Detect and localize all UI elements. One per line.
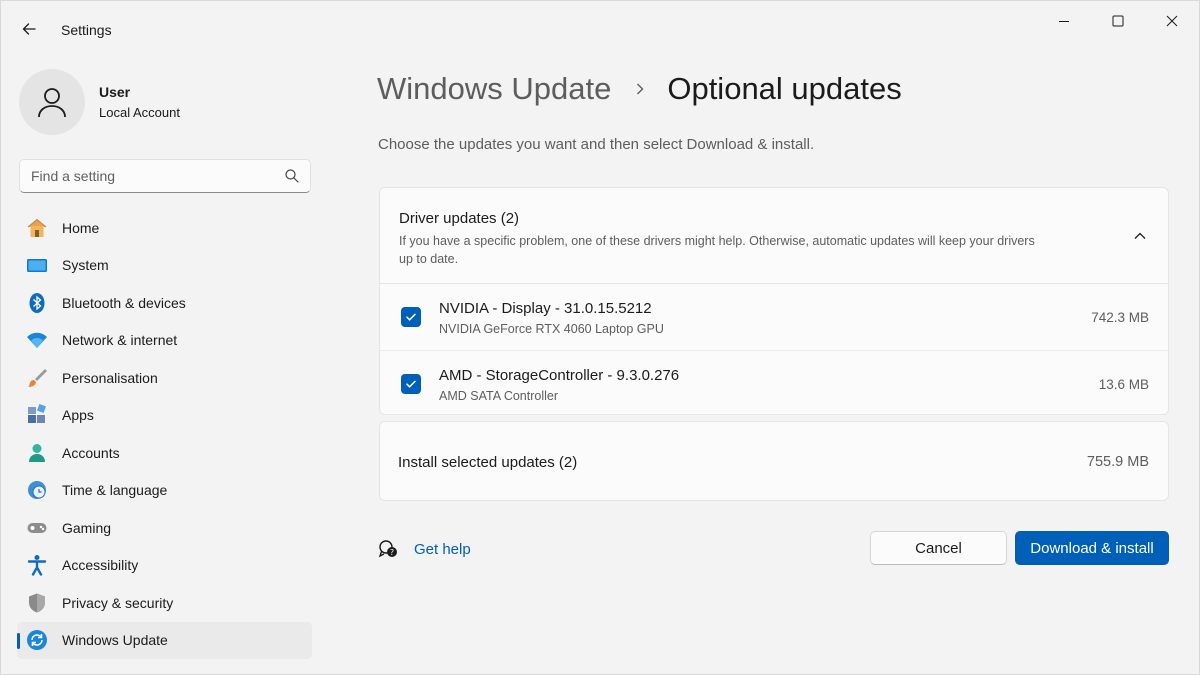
sidebar-item-label: Gaming — [62, 519, 112, 536]
update-name: NVIDIA - Display - 31.0.15.5212 — [439, 300, 652, 317]
user-profile[interactable]: User Local Account — [19, 69, 180, 135]
system-icon — [25, 253, 49, 277]
install-summary-size: 755.9 MB — [1086, 454, 1149, 470]
sidebar-item-label: System — [62, 257, 109, 274]
search-icon[interactable] — [284, 168, 300, 184]
sidebar-item-label: Time & language — [62, 482, 168, 499]
sidebar-item-label: Privacy & security — [62, 594, 174, 611]
driver-updates-card: Driver updates (2) If you have a specifi… — [379, 187, 1169, 415]
minimize-icon — [1059, 21, 1069, 22]
page-title: Optional updates — [667, 71, 902, 106]
update-device: AMD SATA Controller — [439, 389, 559, 403]
minimize-button[interactable] — [1041, 7, 1087, 35]
sidebar-item-bluetooth[interactable]: Bluetooth & devices — [17, 284, 312, 322]
sidebar-item-label: Apps — [62, 407, 94, 424]
update-checkbox[interactable] — [401, 374, 421, 394]
update-row[interactable]: AMD - StorageController - 9.3.0.276 AMD … — [380, 352, 1168, 418]
sidebar-item-gaming[interactable]: Gaming — [17, 509, 312, 547]
section-description: If you have a specific problem, one of t… — [399, 234, 1035, 266]
gamepad-icon — [25, 516, 49, 540]
chevron-right-icon — [637, 83, 644, 95]
search-box — [19, 159, 311, 193]
sidebar-item-system[interactable]: System — [17, 247, 312, 285]
page-subtitle: Choose the updates you want and then sel… — [378, 136, 815, 153]
sidebar-item-label: Accounts — [62, 444, 120, 461]
maximize-icon — [1112, 15, 1124, 27]
checkmark-icon — [406, 313, 416, 321]
update-device: NVIDIA GeForce RTX 4060 Laptop GPU — [439, 322, 664, 336]
sidebar-item-label: Personalisation — [62, 369, 158, 386]
help-chat-icon: ? — [378, 540, 397, 558]
install-summary-label: Install selected updates (2) — [398, 454, 578, 471]
person-icon — [38, 88, 66, 118]
update-size: 742.3 MB — [1091, 310, 1149, 325]
get-help-link[interactable]: Get help — [414, 541, 471, 558]
wifi-icon — [25, 328, 49, 352]
accessibility-icon — [25, 553, 49, 577]
accounts-icon — [25, 441, 49, 465]
sidebar-item-label: Home — [62, 219, 100, 236]
back-button[interactable] — [15, 15, 43, 43]
profile-account-type: Local Account — [99, 105, 180, 120]
install-summary-card: Install selected updates (2) 755.9 MB — [379, 421, 1169, 501]
avatar — [19, 69, 85, 135]
get-help[interactable]: ? Get help — [378, 539, 471, 559]
sidebar-item-accounts[interactable]: Accounts — [17, 434, 312, 472]
bluetooth-icon — [25, 291, 49, 315]
shield-icon — [25, 591, 49, 615]
sidebar-item-windows-update[interactable]: Windows Update — [17, 621, 312, 659]
update-row[interactable]: NVIDIA - Display - 31.0.15.5212 NVIDIA G… — [380, 285, 1168, 351]
search-input[interactable] — [20, 160, 275, 192]
close-button[interactable] — [1149, 7, 1195, 35]
svg-text:?: ? — [390, 548, 394, 557]
brush-icon — [25, 366, 49, 390]
sidebar-item-label: Bluetooth & devices — [62, 294, 186, 311]
clock-globe-icon — [25, 478, 49, 502]
sidebar-item-time-language[interactable]: Time & language — [17, 472, 312, 510]
update-name: AMD - StorageController - 9.3.0.276 — [439, 367, 680, 384]
settings-window: Settings User Local Account Find a setti… — [0, 0, 1200, 675]
sidebar-item-home[interactable]: Home — [17, 209, 312, 247]
back-arrow-icon — [22, 23, 36, 35]
title-bar: Settings — [1, 1, 1200, 47]
home-icon — [25, 216, 49, 240]
section-title: Driver updates (2) — [399, 210, 520, 227]
sidebar-item-privacy[interactable]: Privacy & security — [17, 584, 312, 622]
update-icon — [25, 628, 49, 652]
sidebar-item-accessibility[interactable]: Accessibility — [17, 547, 312, 585]
checkmark-icon — [406, 380, 416, 388]
close-icon — [1166, 15, 1178, 27]
sidebar-item-label: Network & internet — [62, 332, 178, 349]
profile-name: User — [99, 84, 131, 100]
sidebar-nav: Home System Bluetooth & devices Network … — [17, 209, 312, 659]
sidebar-item-apps[interactable]: Apps — [17, 397, 312, 435]
cancel-button[interactable]: Cancel — [870, 531, 1007, 565]
sidebar-item-label: Windows Update — [62, 632, 168, 649]
maximize-button[interactable] — [1095, 7, 1141, 35]
app-title: Settings — [61, 22, 112, 38]
breadcrumb-parent-link[interactable]: Windows Update — [377, 71, 611, 107]
breadcrumb: Windows Update Optional updates — [377, 71, 902, 107]
sidebar-item-network[interactable]: Network & internet — [17, 322, 312, 360]
sidebar-item-personalisation[interactable]: Personalisation — [17, 359, 312, 397]
update-checkbox[interactable] — [401, 307, 421, 327]
apps-icon — [25, 403, 49, 427]
driver-updates-header[interactable]: Driver updates (2) If you have a specifi… — [380, 188, 1168, 284]
download-install-button[interactable]: Download & install — [1015, 531, 1169, 565]
update-size: 13.6 MB — [1098, 377, 1149, 392]
chevron-up-icon[interactable] — [1132, 228, 1148, 244]
sidebar-item-label: Accessibility — [62, 557, 139, 574]
